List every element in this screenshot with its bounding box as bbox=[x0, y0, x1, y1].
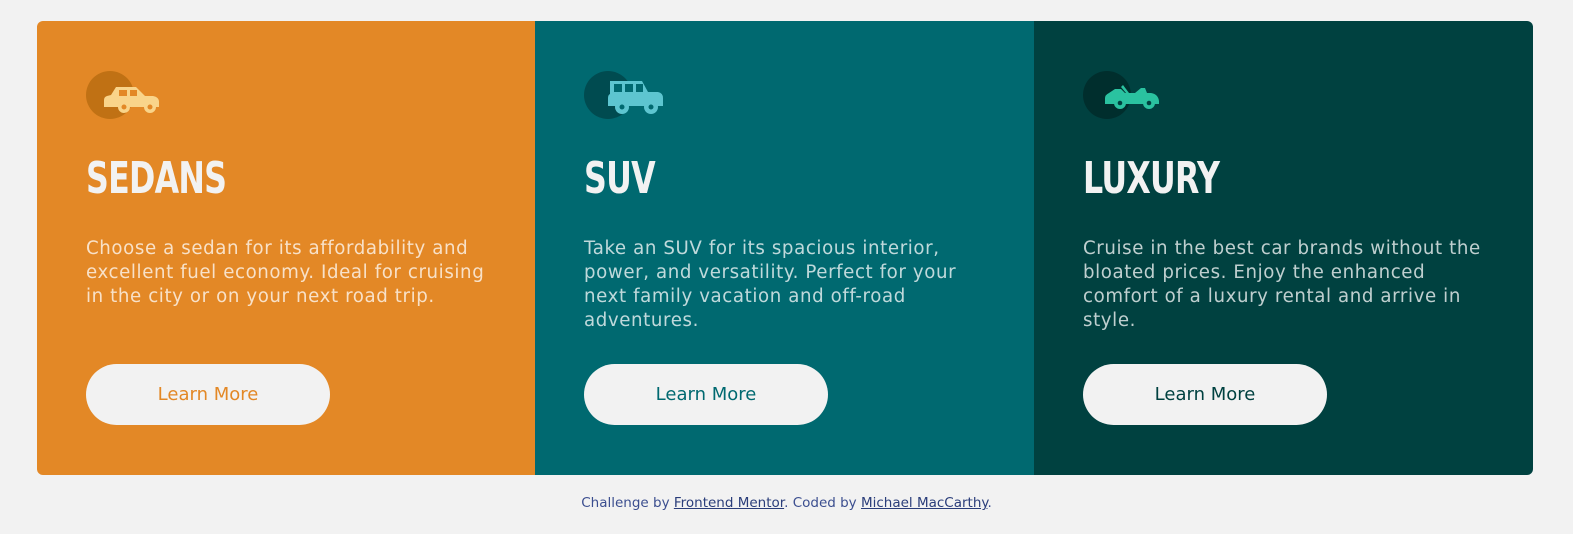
card-luxury: LUXURY Cruise in the best car brands wit… bbox=[1034, 21, 1533, 475]
card-description: Choose a sedan for its affordability and… bbox=[86, 238, 485, 307]
card-description: Take an SUV for its spacious interior, p… bbox=[584, 238, 957, 331]
card-title: SEDANS bbox=[86, 153, 227, 204]
card-title: LUXURY bbox=[1083, 153, 1220, 204]
attribution-suffix: . bbox=[987, 495, 992, 511]
card-sedans: SEDANS Choose a sedan for its affordabil… bbox=[37, 21, 535, 475]
frontend-mentor-link[interactable]: Frontend Mentor bbox=[674, 495, 784, 511]
car-category-cards: SEDANS Choose a sedan for its affordabil… bbox=[37, 21, 1533, 475]
learn-more-button[interactable]: Learn More bbox=[584, 364, 828, 425]
learn-more-button[interactable]: Learn More bbox=[86, 364, 330, 425]
luxury-car-icon bbox=[1083, 69, 1167, 125]
sedan-car-icon bbox=[86, 69, 170, 125]
attribution-prefix: Challenge by bbox=[581, 495, 674, 511]
attribution-middle: . Coded by bbox=[784, 495, 861, 511]
suv-car-icon bbox=[584, 69, 668, 125]
author-link[interactable]: Michael MacCarthy bbox=[861, 495, 988, 511]
attribution-footer: Challenge by Frontend Mentor. Coded by M… bbox=[0, 494, 1573, 512]
learn-more-button[interactable]: Learn More bbox=[1083, 364, 1327, 425]
card-title: SUV bbox=[584, 153, 656, 204]
card-suv: SUV Take an SUV for its spacious interio… bbox=[535, 21, 1034, 475]
card-description: Cruise in the best car brands without th… bbox=[1083, 238, 1481, 331]
